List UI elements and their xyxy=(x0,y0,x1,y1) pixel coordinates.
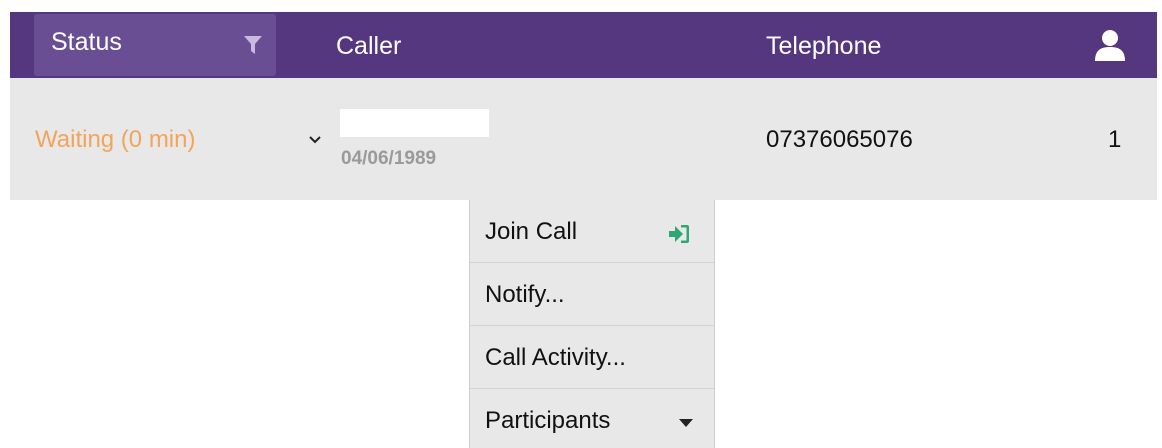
participant-count: 1 xyxy=(1108,126,1122,153)
status-column-header[interactable]: Status xyxy=(34,14,276,76)
caller-dob: 04/06/1989 xyxy=(341,148,437,169)
call-actions-menu: Join Call Notify... Call Activity... Par… xyxy=(469,200,715,448)
telephone-number: 07376065076 xyxy=(766,126,913,153)
caller-name xyxy=(340,109,489,137)
caret-down-icon[interactable] xyxy=(678,418,694,428)
call-queue-panel: Status Caller Telephone Waiting (0 min) … xyxy=(0,0,1162,448)
menu-item-label: Participants xyxy=(485,407,611,434)
menu-item-label: Notify... xyxy=(485,281,565,308)
telephone-column-header[interactable]: Telephone xyxy=(766,32,881,61)
status-header-label: Status xyxy=(51,28,122,56)
menu-item-call-activity[interactable]: Call Activity... xyxy=(470,326,714,389)
caller-column-header[interactable]: Caller xyxy=(336,32,401,61)
table-header: Status Caller Telephone xyxy=(10,12,1157,78)
status-text: Waiting (0 min) xyxy=(35,126,196,153)
menu-item-participants[interactable]: Participants xyxy=(470,389,714,448)
filter-icon[interactable] xyxy=(244,36,262,54)
sign-in-icon xyxy=(669,225,689,243)
user-icon xyxy=(1095,30,1125,61)
table-row[interactable]: Waiting (0 min) 04/06/1989 07376065076 1 xyxy=(10,78,1157,200)
menu-item-label: Call Activity... xyxy=(485,344,626,371)
menu-item-join-call[interactable]: Join Call xyxy=(470,200,714,263)
menu-item-notify[interactable]: Notify... xyxy=(470,263,714,326)
chevron-down-icon[interactable] xyxy=(308,134,322,146)
menu-item-label: Join Call xyxy=(485,218,578,245)
